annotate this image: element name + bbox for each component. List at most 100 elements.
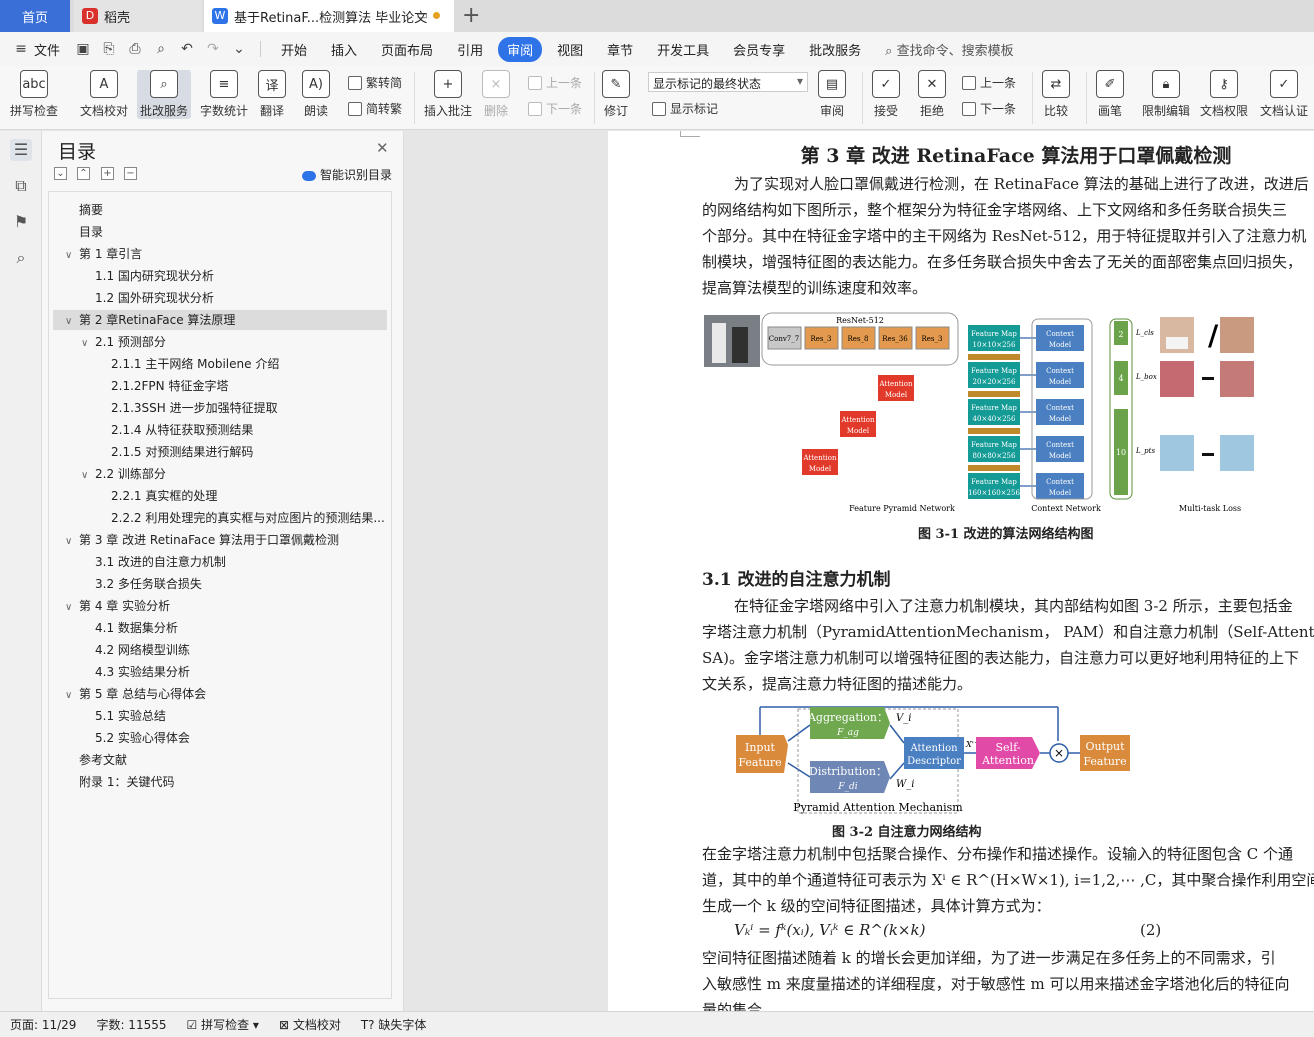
missing-font-status[interactable]: T? 缺失字体 — [361, 1016, 427, 1033]
chapter-nav-icon[interactable]: ⧉ — [10, 175, 32, 197]
toc-item[interactable]: ∨ 2.1 预测部分 — [53, 332, 387, 352]
toc-item[interactable]: 4.1 数据集分析 — [53, 618, 387, 638]
customize-icon[interactable]: ⌄ — [230, 41, 248, 57]
new-tab-button[interactable]: + — [462, 3, 480, 28]
doc-certify-button[interactable]: ✓ 文档认证 — [1260, 70, 1308, 119]
toc-item[interactable]: 4.3 实验结果分析 — [53, 662, 387, 682]
outline-icon[interactable]: ☰ — [10, 139, 32, 161]
print-icon[interactable]: ⎙ — [126, 41, 144, 57]
menu-file[interactable]: 文件 — [34, 40, 60, 59]
prev-comment-button[interactable]: 上一条 — [528, 74, 582, 91]
menu-reference[interactable]: 引用 — [448, 37, 492, 62]
toc-item[interactable]: 2.1.1 主干网络 Mobilene 介绍 — [53, 354, 387, 374]
chevron-down-icon[interactable]: ∨ — [81, 466, 95, 484]
doc-permission-button[interactable]: ⚷ 文档权限 — [1200, 70, 1248, 119]
redo-icon[interactable]: ↷ — [204, 41, 222, 57]
hamburger-icon[interactable]: ≡ — [12, 41, 30, 57]
menu-view[interactable]: 视图 — [548, 37, 592, 62]
simp-to-trad-button[interactable]: 简转繁 — [348, 100, 402, 117]
toc-item[interactable]: 2.2.2 利用处理完的真实框与对应图片的预测结果... — [53, 508, 387, 528]
word-count[interactable]: 字数: 11555 — [96, 1016, 166, 1033]
chevron-down-icon[interactable]: ∨ — [65, 598, 79, 616]
ink-button[interactable]: ✐ 画笔 — [1096, 70, 1124, 119]
tab-home[interactable]: 首页 — [0, 0, 70, 32]
smart-toc-button[interactable]: 智能识别目录 — [302, 166, 392, 183]
toc-item[interactable]: ∨ 第 3 章 改进 RetinaFace 算法用于口罩佩戴检测 — [53, 530, 387, 550]
close-icon[interactable]: ✕ — [376, 139, 389, 157]
chevron-down-icon[interactable]: ∨ — [81, 334, 95, 352]
show-markup-button[interactable]: 显示标记 — [652, 100, 718, 117]
spellcheck-status[interactable]: ☑ 拼写检查 ▾ — [187, 1016, 259, 1033]
menu-insert[interactable]: 插入 — [322, 37, 366, 62]
reject-button[interactable]: ✕ 拒绝 — [918, 70, 946, 119]
toc-item[interactable]: ∨ 2.2 训练部分 — [53, 464, 387, 484]
toc-item[interactable]: 2.2.1 真实框的处理 — [53, 486, 387, 506]
toc-item[interactable]: 摘要 — [53, 200, 387, 220]
menu-review[interactable]: 审阅 — [498, 36, 543, 62]
toc-item[interactable]: 3.1 改进的自注意力机制 — [53, 552, 387, 572]
word-count-button[interactable]: ≡ 字数统计 — [200, 70, 248, 119]
preview-icon[interactable]: ⌕ — [152, 41, 170, 57]
toc-item[interactable]: 参考文献 — [53, 750, 387, 770]
prev-change-button[interactable]: 上一条 — [962, 74, 1016, 91]
remove-heading-icon[interactable]: − — [124, 167, 137, 180]
translate-button[interactable]: 译翻译 — [258, 70, 286, 119]
menu-start[interactable]: 开始 — [272, 37, 316, 62]
menu-member[interactable]: 会员专享 — [724, 37, 794, 62]
undo-icon[interactable]: ↶ — [178, 41, 196, 57]
toc-item[interactable]: 5.2 实验心得体会 — [53, 728, 387, 748]
chevron-down-icon[interactable]: ∨ — [65, 312, 79, 330]
review-service-button[interactable]: ⌕ 批改服务 — [137, 70, 192, 119]
read-aloud-button[interactable]: A) 朗读 — [302, 70, 330, 119]
restrict-edit-button[interactable]: 🔒︎ 限制编辑 — [1142, 70, 1190, 119]
toc-item[interactable]: 附录 1：关键代码 — [53, 772, 387, 792]
markup-select[interactable]: 显示标记的最终状态 — [648, 72, 808, 92]
trad-to-simp-button[interactable]: 繁转简 — [348, 74, 402, 91]
toc-item[interactable]: ∨ 第 5 章 总结与心得体会 — [53, 684, 387, 704]
save-icon[interactable]: ▣ — [74, 41, 92, 57]
chevron-down-icon[interactable]: ∨ — [65, 246, 79, 264]
bookmark-icon[interactable]: ⚑ — [10, 211, 32, 233]
proof-status[interactable]: ⊠ 文档校对 — [279, 1016, 341, 1033]
doc-check-button[interactable]: A 文档校对 — [80, 70, 128, 119]
delete-comment-button[interactable]: × 删除 — [482, 70, 510, 119]
chevron-down-icon[interactable]: ∨ — [65, 532, 79, 550]
toc-item[interactable]: 3.2 多任务联合损失 — [53, 574, 387, 594]
insert-comment-button[interactable]: + 插入批注 — [424, 70, 472, 119]
menu-devtools[interactable]: 开发工具 — [648, 37, 718, 62]
toc-item[interactable]: ∨ 第 4 章 实验分析 — [53, 596, 387, 616]
toc-item[interactable]: ∨ 第 2 章RetinaFace 算法原理 — [53, 310, 387, 330]
toc-item[interactable]: 1.1 国内研究现状分析 — [53, 266, 387, 286]
tab-daoke[interactable]: D 稻壳 — [74, 0, 202, 32]
accept-button[interactable]: ✓ 接受 — [872, 70, 900, 119]
toc-item[interactable]: 2.1.4 从特征获取预测结果 — [53, 420, 387, 440]
command-search[interactable]: ⌕ 查找命令、搜索模板 — [885, 40, 1013, 59]
spellcheck-button[interactable]: abc 拼写检查 — [10, 70, 58, 119]
compare-button[interactable]: ⇄ 比较 — [1042, 70, 1070, 119]
next-change-button[interactable]: 下一条 — [962, 100, 1016, 117]
monitor-icon[interactable]: ▭ — [417, 8, 428, 22]
document-page[interactable]: 第 3 章 改进 RetinaFace 算法用于口罩佩戴检测 为了实现对人脸口罩… — [608, 131, 1314, 1011]
toc-item[interactable]: 2.1.2FPN 特征金字塔 — [53, 376, 387, 396]
toc-item[interactable]: 目录 — [53, 222, 387, 242]
track-changes-button[interactable]: ✎ 修订 — [602, 70, 630, 119]
toc-item[interactable]: 4.2 网络模型训练 — [53, 640, 387, 660]
toc-item[interactable]: 5.1 实验总结 — [53, 706, 387, 726]
menu-chapter[interactable]: 章节 — [598, 37, 642, 62]
menu-layout[interactable]: 页面布局 — [372, 37, 442, 62]
toc-item[interactable]: 2.1.3SSH 进一步加强特征提取 — [53, 398, 387, 418]
toc-item[interactable]: 2.1.5 对预测结果进行解码 — [53, 442, 387, 462]
collapse-all-icon[interactable]: ⌃ — [77, 167, 90, 180]
page-indicator[interactable]: 页面: 11/29 — [10, 1016, 76, 1033]
toc-item[interactable]: ∨ 第 1 章引言 — [53, 244, 387, 264]
find-icon[interactable]: ⌕ — [10, 247, 32, 269]
chevron-down-icon[interactable]: ∨ — [65, 686, 79, 704]
next-comment-button[interactable]: 下一条 — [528, 100, 582, 117]
expand-all-icon[interactable]: ⌄ — [54, 167, 67, 180]
review-pane-button[interactable]: ▤ 审阅 — [818, 70, 846, 119]
toc-item[interactable]: 1.2 国外研究现状分析 — [53, 288, 387, 308]
add-heading-icon[interactable]: + — [101, 167, 114, 180]
menu-correction[interactable]: 批改服务 — [800, 37, 870, 62]
tab-document[interactable]: W 基于RetinaF...检测算法 毕业论文 ▭ — [204, 0, 454, 32]
export-icon[interactable]: ⎘ — [100, 41, 118, 57]
